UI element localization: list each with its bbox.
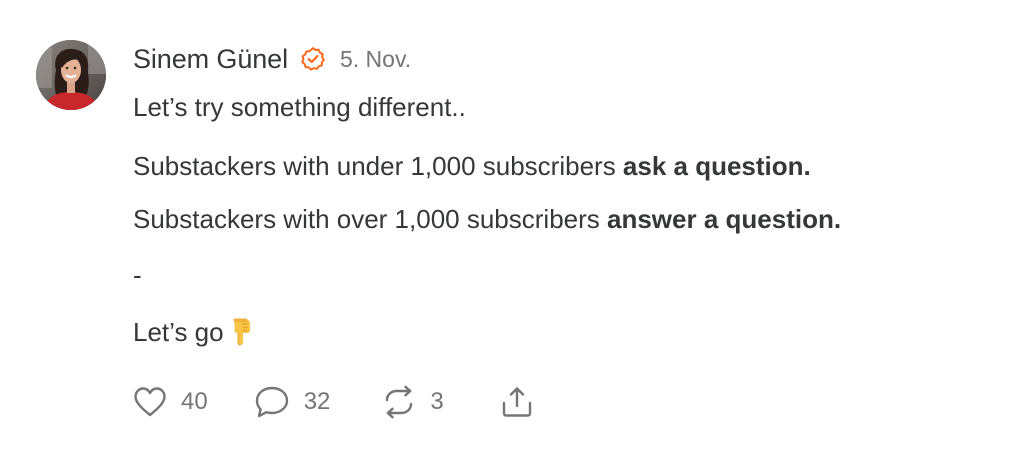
comment-count: 32 [303, 388, 331, 415]
author-name[interactable]: Sinem Günel [133, 44, 288, 75]
post-line: - [133, 260, 142, 290]
post-line-bold: answer a question. [607, 204, 842, 234]
action-bar: 40 32 3 [133, 382, 534, 422]
restack-icon [382, 385, 416, 419]
profile-photo [36, 40, 106, 110]
share-icon [500, 385, 534, 419]
comment-bubble-icon [254, 385, 290, 419]
like-count: 40 [181, 388, 208, 415]
post-line: Substackers with under 1,000 subscribers… [133, 147, 811, 185]
post-date[interactable]: 5. Nov. [340, 46, 411, 73]
verified-badge-icon [300, 46, 326, 72]
note-card: Sinem Günel 5. Nov. Let’s try something … [0, 0, 1014, 452]
like-button[interactable]: 40 [133, 386, 208, 418]
post-line-text: Substackers with over 1,000 subscribers [133, 204, 607, 234]
share-button[interactable] [500, 385, 534, 419]
post-line: Substackers with over 1,000 subscribers … [133, 200, 841, 238]
backhand-index-pointing-down-icon [230, 318, 256, 346]
restack-count: 3 [430, 388, 444, 415]
restack-button[interactable]: 3 [382, 385, 444, 419]
comment-button[interactable]: 32 [254, 385, 331, 419]
heart-icon [133, 386, 167, 418]
post-line-bold: ask a question. [622, 151, 811, 181]
post-line-text: Let’s go [133, 317, 224, 347]
avatar[interactable] [36, 40, 106, 110]
post-line: Let’s go [133, 313, 256, 351]
note-header: Sinem Günel 5. Nov. [133, 42, 411, 76]
post-line: Let’s try something different.. [133, 92, 466, 122]
post-line-text: Substackers with under 1,000 subscribers [133, 151, 623, 181]
